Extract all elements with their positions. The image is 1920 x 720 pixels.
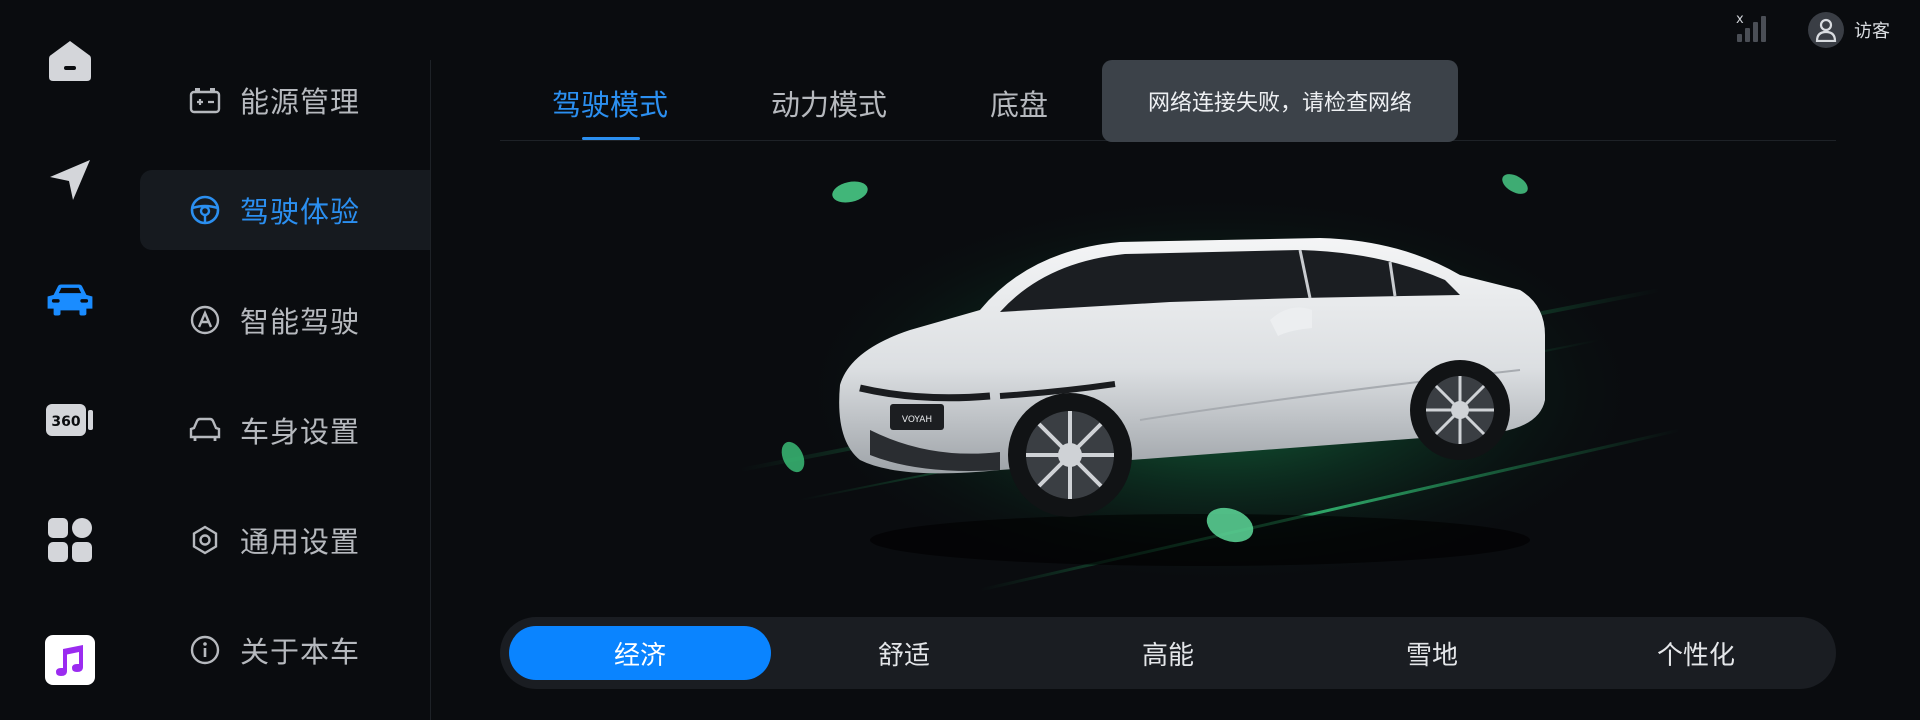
camera-360-label: 360 xyxy=(51,414,80,430)
sidebar-item-label: 驾驶体验 xyxy=(240,195,361,229)
sidebar-item-label: 智能驾驶 xyxy=(240,305,361,339)
settings-icon xyxy=(188,523,222,557)
autopilot-icon xyxy=(188,303,222,337)
car-illustration: VOYAH xyxy=(700,170,1700,610)
sidebar-item-autopilot[interactable]: 智能驾驶 xyxy=(140,280,430,360)
sidebar-item-body[interactable]: 车身设置 xyxy=(140,390,430,470)
tab-drive-mode[interactable]: 驾驶模式 xyxy=(552,82,668,124)
user-name: 访客 xyxy=(1854,21,1890,42)
navigation-icon[interactable] xyxy=(45,155,95,205)
sidebar-item-general[interactable]: 通用设置 xyxy=(140,500,430,580)
car-icon[interactable] xyxy=(45,275,95,325)
user-avatar-icon xyxy=(1808,12,1844,48)
steering-wheel-icon xyxy=(188,193,222,227)
mode-custom-button[interactable]: 个性化 xyxy=(1565,626,1827,680)
tab-chassis[interactable]: 底盘 xyxy=(990,82,1048,124)
apps-icon[interactable] xyxy=(45,515,95,565)
drive-mode-selector: 经济 舒适 高能 雪地 个性化 xyxy=(500,617,1836,689)
user-profile-button[interactable]: 访客 xyxy=(1808,12,1890,48)
signal-strength-icon: x xyxy=(1733,12,1767,44)
active-tab-indicator xyxy=(582,137,640,140)
mode-snow-button[interactable]: 雪地 xyxy=(1301,626,1563,680)
car-body-icon xyxy=(188,413,222,447)
music-app-icon[interactable] xyxy=(45,635,95,685)
sidebar-item-label: 关于本车 xyxy=(240,635,361,669)
sidebar-item-label: 车身设置 xyxy=(240,415,361,449)
app-rail: 360 xyxy=(0,0,140,720)
info-icon xyxy=(188,633,222,667)
sidebar-item-about[interactable]: 关于本车 xyxy=(140,610,430,690)
mode-eco-button[interactable]: 经济 xyxy=(509,626,771,680)
sidebar-item-label: 通用设置 xyxy=(240,525,361,559)
network-error-toast: 网络连接失败，请检查网络 xyxy=(1102,60,1458,142)
no-signal-mark: x xyxy=(1736,12,1744,27)
sidebar-item-driving[interactable]: 驾驶体验 xyxy=(140,170,430,250)
mode-comfort-button[interactable]: 舒适 xyxy=(773,626,1035,680)
battery-icon xyxy=(188,83,222,117)
sidebar-item-energy[interactable]: 能源管理 xyxy=(140,60,430,140)
sidebar-item-label: 能源管理 xyxy=(240,85,361,119)
plate-text: VOYAH xyxy=(902,415,932,425)
tab-power-mode[interactable]: 动力模式 xyxy=(771,82,887,124)
camera-360-icon[interactable]: 360 xyxy=(45,395,95,445)
home-icon[interactable] xyxy=(45,35,95,85)
mode-sport-button[interactable]: 高能 xyxy=(1037,626,1299,680)
settings-sidebar: 能源管理 驾驶体验 智能驾驶 车身设置 通用设置 关于本车 xyxy=(140,60,431,720)
